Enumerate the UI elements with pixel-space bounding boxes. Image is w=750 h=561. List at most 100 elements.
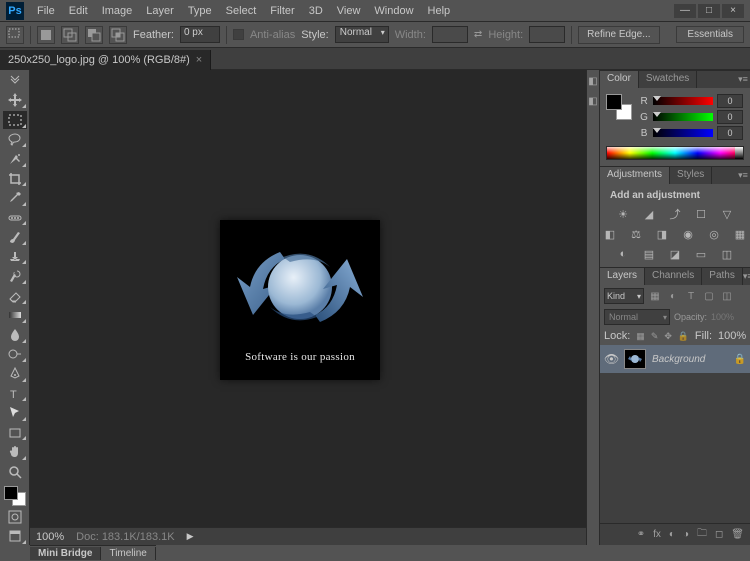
invert-icon[interactable]: ◐ — [615, 247, 631, 261]
hue-sat-icon[interactable]: ◧ — [602, 227, 618, 241]
antialias-checkbox[interactable] — [233, 29, 244, 40]
exposure-icon[interactable]: ☐ — [693, 207, 709, 221]
tab-color[interactable]: Color — [600, 71, 639, 88]
menu-edit[interactable]: Edit — [62, 3, 95, 19]
intersect-selection-icon[interactable] — [109, 26, 127, 44]
quick-mask-toggle[interactable] — [3, 508, 27, 526]
panel-menu-icon[interactable]: ▾≡ — [743, 268, 750, 285]
tab-adjustments[interactable]: Adjustments — [600, 167, 670, 184]
eraser-tool[interactable] — [3, 287, 27, 305]
filter-smart-icon[interactable]: ◫ — [720, 289, 734, 303]
expand-toolbar-icon[interactable] — [3, 72, 27, 90]
blend-mode-select[interactable]: Normal — [604, 309, 670, 325]
panel-menu-icon[interactable]: ▾≡ — [736, 71, 750, 88]
new-layer-icon[interactable]: ◻ — [715, 529, 723, 540]
tab-layers[interactable]: Layers — [600, 268, 645, 285]
layer-thumbnail[interactable] — [624, 349, 646, 369]
menu-3d[interactable]: 3D — [302, 3, 330, 19]
brightness-icon[interactable]: ☀ — [615, 207, 631, 221]
photo-filter-icon[interactable]: ◉ — [680, 227, 696, 241]
new-group-icon[interactable]: 🗀 — [697, 526, 707, 543]
layer-name[interactable]: Background — [652, 354, 705, 365]
menu-help[interactable]: Help — [421, 3, 458, 19]
g-slider[interactable] — [653, 113, 713, 121]
collapsed-panel-icon[interactable] — [588, 76, 598, 86]
filter-adjust-icon[interactable]: ◐ — [666, 289, 680, 303]
lasso-tool[interactable] — [3, 131, 27, 149]
document-tab[interactable]: 250x250_logo.jpg @ 100% (RGB/8#) × — [0, 50, 211, 70]
menu-select[interactable]: Select — [219, 3, 264, 19]
fill-value[interactable]: 100% — [718, 330, 746, 342]
r-slider[interactable] — [653, 97, 713, 105]
color-lookup-icon[interactable]: ▦ — [732, 227, 748, 241]
lock-transparency-icon[interactable]: ▦ — [636, 331, 645, 342]
rectangle-tool[interactable] — [3, 424, 27, 442]
menu-file[interactable]: File — [30, 3, 62, 19]
add-selection-icon[interactable] — [61, 26, 79, 44]
move-tool[interactable] — [3, 92, 27, 110]
menu-image[interactable]: Image — [95, 3, 140, 19]
clone-stamp-tool[interactable] — [3, 248, 27, 266]
history-brush-tool[interactable] — [3, 267, 27, 285]
zoom-level[interactable]: 100% — [36, 531, 64, 543]
close-button[interactable]: × — [722, 4, 744, 18]
layer-row[interactable]: 👁 Background 🔒 — [600, 345, 750, 373]
fg-swatch[interactable] — [606, 94, 622, 110]
posterize-icon[interactable]: ▤ — [641, 247, 657, 261]
quick-selection-tool[interactable] — [3, 150, 27, 168]
curves-icon[interactable]: ⤴ — [667, 207, 683, 221]
style-select[interactable]: Normal — [335, 26, 389, 43]
g-value[interactable]: 0 — [717, 110, 743, 124]
eyedropper-tool[interactable] — [3, 189, 27, 207]
tab-paths[interactable]: Paths — [702, 268, 743, 285]
maximize-button[interactable]: □ — [698, 4, 720, 18]
delete-layer-icon[interactable]: 🗑 — [731, 529, 744, 540]
new-selection-icon[interactable] — [37, 26, 55, 44]
b-slider[interactable] — [653, 129, 713, 137]
levels-icon[interactable]: ◢ — [641, 207, 657, 221]
refine-edge-button[interactable]: Refine Edge... — [578, 26, 659, 44]
color-balance-icon[interactable]: ⚖ — [628, 227, 644, 241]
dodge-tool[interactable] — [3, 346, 27, 364]
color-spectrum[interactable] — [606, 146, 744, 160]
menu-filter[interactable]: Filter — [263, 3, 301, 19]
gradient-tool[interactable] — [3, 307, 27, 325]
tab-mini-bridge[interactable]: Mini Bridge — [30, 547, 101, 560]
spot-healing-tool[interactable] — [3, 209, 27, 227]
canvas-area[interactable]: Software is our passion 100% Doc: 183.1K… — [30, 70, 586, 545]
filter-pixel-icon[interactable]: ▦ — [648, 289, 662, 303]
hand-tool[interactable] — [3, 443, 27, 461]
menu-view[interactable]: View — [330, 3, 368, 19]
tab-channels[interactable]: Channels — [645, 268, 702, 285]
subtract-selection-icon[interactable] — [85, 26, 103, 44]
workspace-switcher[interactable]: Essentials — [676, 26, 744, 43]
feather-input[interactable]: 0 px — [180, 26, 220, 43]
filter-shape-icon[interactable]: ▢ — [702, 289, 716, 303]
tab-styles[interactable]: Styles — [670, 167, 712, 184]
height-input[interactable] — [529, 26, 565, 43]
opacity-value[interactable]: 100% — [711, 312, 739, 322]
type-tool[interactable]: T — [3, 385, 27, 403]
screen-mode-toggle[interactable] — [3, 527, 27, 545]
status-arrow-icon[interactable]: ▶ — [187, 531, 194, 542]
gradient-map-icon[interactable]: ▭ — [693, 247, 709, 261]
tab-swatches[interactable]: Swatches — [639, 71, 697, 88]
blur-tool[interactable] — [3, 326, 27, 344]
foreground-background-swatch[interactable] — [4, 486, 26, 505]
zoom-tool[interactable] — [3, 463, 27, 481]
new-fill-icon[interactable]: ◑ — [683, 529, 689, 540]
rectangular-marquee-tool[interactable] — [3, 111, 27, 129]
tab-timeline[interactable]: Timeline — [101, 547, 155, 560]
close-document-icon[interactable]: × — [196, 54, 202, 66]
bw-icon[interactable]: ◨ — [654, 227, 670, 241]
minimize-button[interactable]: — — [674, 4, 696, 18]
layer-mask-icon[interactable]: ◐ — [669, 529, 675, 540]
tool-preset-picker[interactable] — [6, 26, 24, 44]
threshold-icon[interactable]: ◪ — [667, 247, 683, 261]
panel-menu-icon[interactable]: ▾≡ — [736, 167, 750, 184]
lock-position-icon[interactable]: ✥ — [664, 331, 672, 342]
visibility-toggle-icon[interactable]: 👁 — [604, 352, 618, 366]
link-layers-icon[interactable]: ⚭ — [637, 529, 645, 540]
foreground-color[interactable] — [4, 486, 18, 500]
path-selection-tool[interactable] — [3, 404, 27, 422]
